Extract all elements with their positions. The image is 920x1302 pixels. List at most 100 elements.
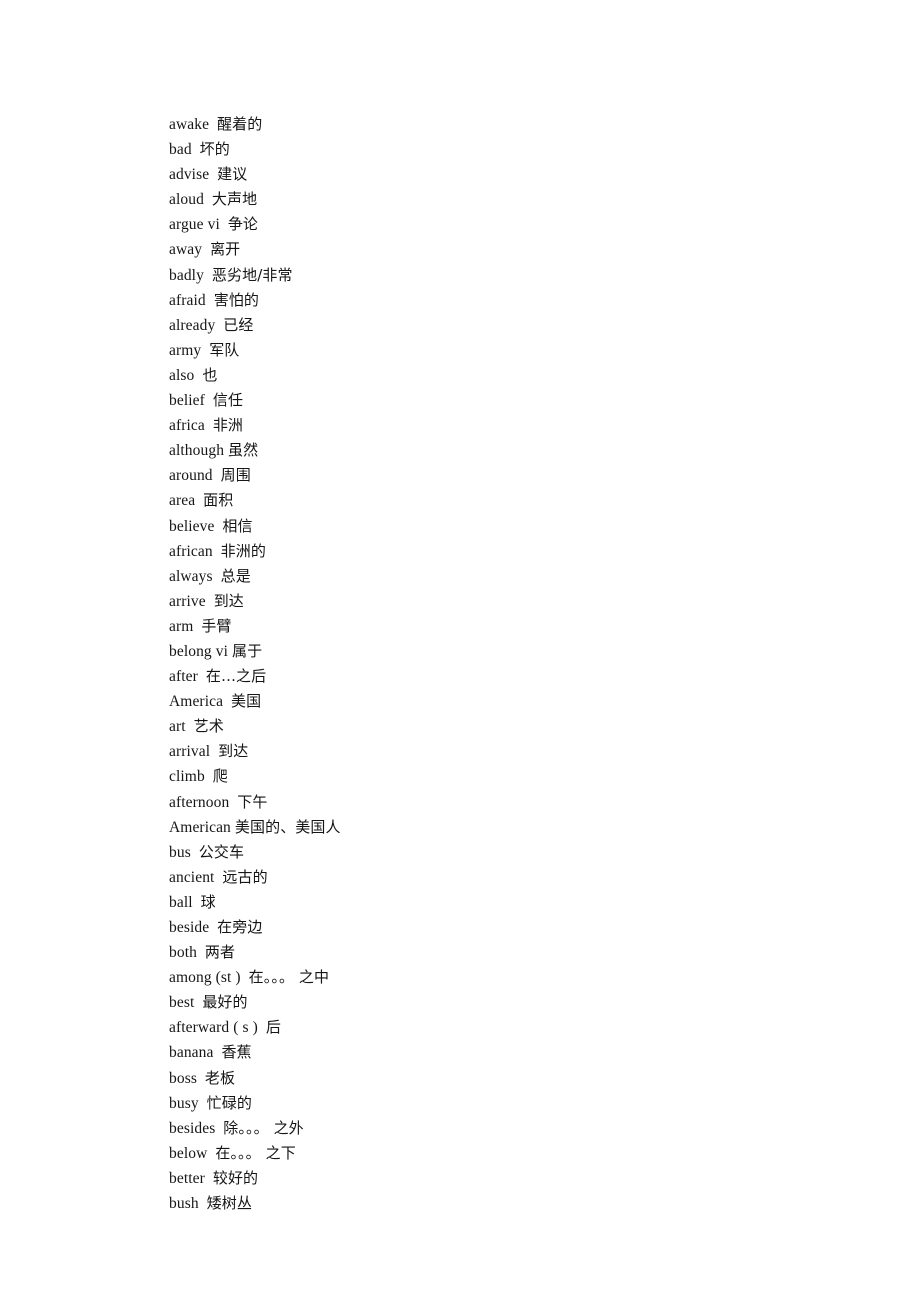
entry-term: around xyxy=(169,467,213,485)
vocabulary-entry: bus 公交车 xyxy=(169,840,860,865)
entry-separator xyxy=(195,492,203,509)
vocabulary-entry: although 虽然 xyxy=(169,438,860,463)
entry-gloss: 在…之后 xyxy=(205,667,267,686)
vocabulary-entry: afternoon 下午 xyxy=(169,790,860,815)
entry-gloss: 下午 xyxy=(237,792,268,811)
vocabulary-entry: busy 忙碌的 xyxy=(169,1091,860,1116)
entry-gloss: 美国 xyxy=(231,692,262,711)
entry-gloss: 建议 xyxy=(217,165,248,184)
entry-gloss: 属于 xyxy=(232,641,263,660)
entry-separator xyxy=(209,919,217,936)
entry-gloss: 争论 xyxy=(227,215,259,234)
entry-term: afterward ( s ) xyxy=(169,1019,258,1037)
entry-separator xyxy=(206,593,214,610)
entry-gloss: 醒着的 xyxy=(217,115,263,133)
vocabulary-entry: away 离开 xyxy=(169,237,860,262)
vocabulary-entry: American 美国的、美国人 xyxy=(169,815,860,840)
entry-gloss: 在旁边 xyxy=(217,918,263,936)
entry-separator xyxy=(197,1070,205,1087)
entry-term: besides xyxy=(169,1119,216,1137)
entry-term: africa xyxy=(169,417,205,435)
entry-gloss: 手臂 xyxy=(201,616,232,635)
entry-gloss: 在。。。 之下 xyxy=(215,1143,296,1162)
entry-gloss: 离开 xyxy=(210,240,241,259)
entry-separator xyxy=(199,1195,207,1212)
entry-term: belief xyxy=(169,392,205,410)
vocabulary-entry: awake 醒着的 xyxy=(169,112,860,137)
entry-gloss: 到达 xyxy=(218,742,249,761)
entry-separator xyxy=(206,292,214,309)
vocabulary-entry: after 在…之后 xyxy=(169,664,860,689)
vocabulary-entry: africa 非洲 xyxy=(169,413,860,438)
entry-term: away xyxy=(169,241,203,259)
entry-term: belong vi xyxy=(169,642,229,660)
vocabulary-entry: believe 相信 xyxy=(169,514,860,539)
entry-gloss: 远古的 xyxy=(222,867,268,886)
vocabulary-entry: boss 老板 xyxy=(169,1066,860,1091)
vocabulary-entry: belief 信任 xyxy=(169,388,860,413)
vocabulary-entry: arrival 到达 xyxy=(169,739,860,764)
entry-term: among (st ) xyxy=(169,969,241,987)
entry-separator xyxy=(197,944,205,961)
entry-separator xyxy=(205,768,213,785)
vocabulary-entry: belong vi 属于 xyxy=(169,639,860,664)
vocabulary-entry: badly 恶劣地/非常 xyxy=(169,263,860,288)
vocabulary-entry: ancient 远古的 xyxy=(169,865,860,890)
entry-term: army xyxy=(169,341,202,359)
entry-gloss: 在。。。 之中 xyxy=(248,968,330,987)
entry-gloss: 非洲的 xyxy=(220,541,266,560)
entry-term: ball xyxy=(169,893,193,911)
vocabulary-entry: below 在。。。 之下 xyxy=(169,1141,860,1166)
entry-separator xyxy=(241,969,249,986)
entry-separator xyxy=(191,844,199,861)
vocabulary-entry: bush 矮树丛 xyxy=(169,1191,860,1216)
entry-term: bush xyxy=(169,1195,199,1213)
entry-term: although xyxy=(169,442,225,460)
entry-term: both xyxy=(169,944,197,962)
entry-term: best xyxy=(169,994,195,1012)
vocabulary-entry: better 较好的 xyxy=(169,1166,860,1191)
entry-separator xyxy=(199,1095,207,1112)
entry-term: already xyxy=(169,316,216,334)
entry-separator xyxy=(213,543,221,560)
entry-separator xyxy=(223,693,231,710)
entry-gloss: 坏的 xyxy=(199,140,230,159)
entry-term: ancient xyxy=(169,868,215,886)
entry-term: advise xyxy=(169,166,210,184)
vocabulary-entry: climb 爬 xyxy=(169,764,860,789)
entry-term: bus xyxy=(169,843,191,861)
entry-term: below xyxy=(169,1144,208,1162)
entry-term: busy xyxy=(169,1094,199,1112)
vocabulary-entry: among (st ) 在。。。 之中 xyxy=(169,965,860,990)
vocabulary-entry: aloud 大声地 xyxy=(169,187,860,212)
entry-gloss: 已经 xyxy=(223,315,254,334)
entry-separator xyxy=(198,668,206,685)
entry-gloss: 较好的 xyxy=(212,1168,259,1187)
entry-separator xyxy=(220,216,228,233)
entry-gloss: 两者 xyxy=(204,943,236,962)
entry-gloss: 恶劣地/非常 xyxy=(211,265,293,284)
entry-gloss: 公交车 xyxy=(198,842,245,861)
vocabulary-entry: bad 坏的 xyxy=(169,137,860,162)
vocabulary-entry: always 总是 xyxy=(169,564,860,589)
entry-gloss: 非洲 xyxy=(212,416,244,435)
entry-gloss: 矮树丛 xyxy=(206,1194,252,1213)
entry-gloss: 艺术 xyxy=(193,717,224,736)
entry-separator xyxy=(213,467,221,484)
entry-gloss: 忙碌的 xyxy=(206,1093,252,1112)
entry-separator xyxy=(205,392,213,409)
entry-gloss: 到达 xyxy=(213,591,244,610)
entry-separator xyxy=(192,141,200,158)
vocabulary-entry: both 两者 xyxy=(169,940,860,965)
entry-term: arrival xyxy=(169,743,211,761)
entry-separator xyxy=(186,718,194,735)
vocabulary-entry: ball 球 xyxy=(169,890,860,915)
vocabulary-entry: best 最好的 xyxy=(169,990,860,1015)
vocabulary-entry: art 艺术 xyxy=(169,714,860,739)
vocabulary-entry: besides 除。。。 之外 xyxy=(169,1116,860,1141)
entry-separator xyxy=(205,417,213,434)
vocabulary-entry: arm 手臂 xyxy=(169,614,860,639)
entry-term: also xyxy=(169,366,195,384)
vocabulary-entry: beside 在旁边 xyxy=(169,915,860,940)
entry-gloss: 除。。。 之外 xyxy=(223,1118,304,1137)
